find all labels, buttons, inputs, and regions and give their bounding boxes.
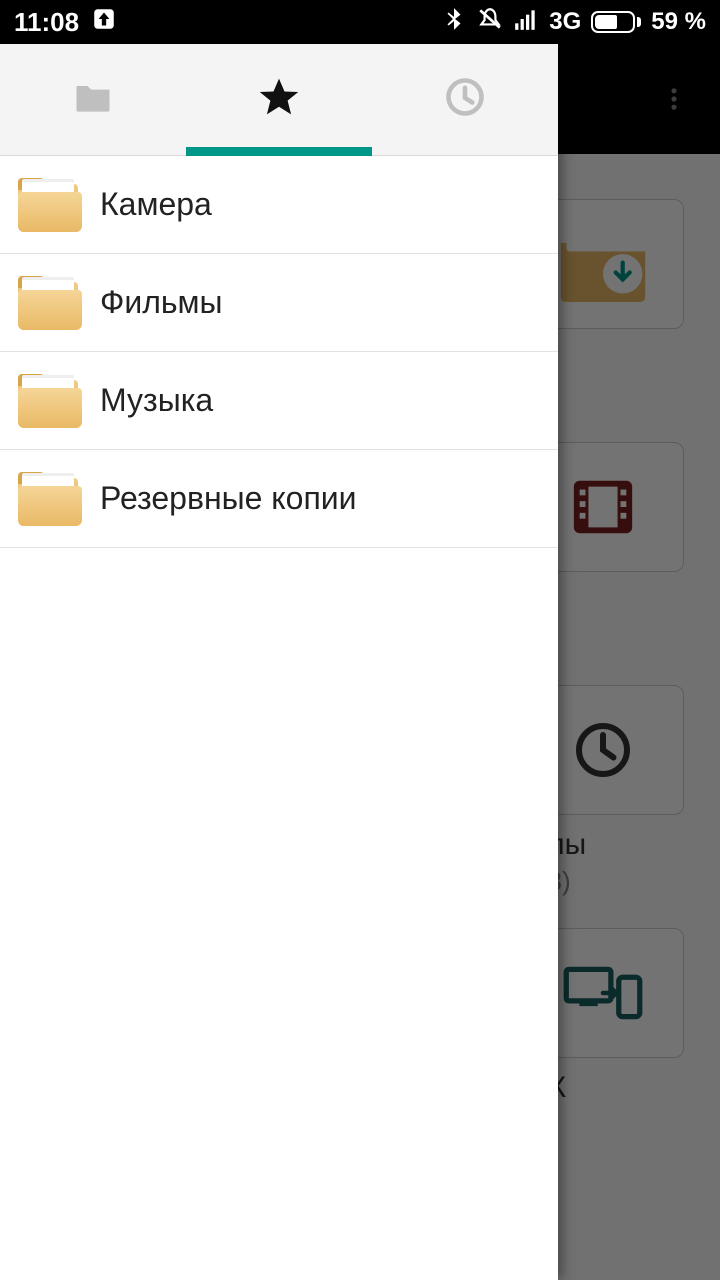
- list-item-label: Фильмы: [100, 284, 223, 321]
- favorites-list: Камера Фильмы Музыка Резервные копии: [0, 156, 558, 548]
- navigation-drawer: Камера Фильмы Музыка Резервные копии: [0, 44, 558, 1280]
- folder-icon: [18, 374, 82, 428]
- status-bar: 11:08 3G 59 %: [0, 0, 720, 44]
- tab-recent[interactable]: [372, 44, 558, 155]
- list-item[interactable]: Камера: [0, 156, 558, 254]
- list-item-label: Резервные копии: [100, 480, 357, 517]
- signal-icon: [513, 6, 539, 39]
- folder-icon: [18, 276, 82, 330]
- network-label: 3G: [549, 8, 581, 36]
- folder-icon: [18, 178, 82, 232]
- clock-icon: [443, 75, 487, 124]
- drawer-tabs: [0, 44, 558, 156]
- tab-folders[interactable]: [0, 44, 186, 155]
- list-item[interactable]: Музыка: [0, 352, 558, 450]
- overflow-menu-button[interactable]: [650, 75, 698, 123]
- star-icon: [257, 75, 301, 124]
- bluetooth-icon: [441, 6, 467, 39]
- folder-icon: [71, 75, 115, 124]
- list-item[interactable]: Резервные копии: [0, 450, 558, 548]
- upload-icon: [91, 6, 117, 39]
- tab-favorites[interactable]: [186, 44, 372, 155]
- battery-pct: 59 %: [651, 8, 706, 36]
- status-left: 11:08: [14, 6, 117, 39]
- mute-icon: [477, 6, 503, 39]
- list-item[interactable]: Фильмы: [0, 254, 558, 352]
- status-time: 11:08: [14, 7, 79, 38]
- battery-icon: [591, 11, 641, 33]
- list-item-label: Камера: [100, 186, 212, 223]
- list-item-label: Музыка: [100, 382, 213, 419]
- status-right: 3G 59 %: [441, 6, 706, 39]
- folder-icon: [18, 472, 82, 526]
- tab-indicator: [186, 147, 372, 156]
